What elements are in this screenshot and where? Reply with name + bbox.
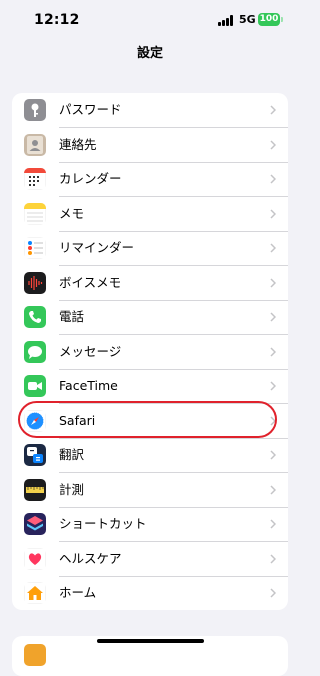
chevron-right-icon xyxy=(270,312,276,322)
settings-row-messages[interactable]: メッセージ xyxy=(12,335,288,369)
settings-row-reminders[interactable]: リマインダー xyxy=(12,231,288,266)
settings-row-notes[interactable]: メモ xyxy=(12,197,288,231)
settings-row-label: 電話 xyxy=(59,309,85,324)
chevron-right-icon xyxy=(270,553,276,564)
translate-icon xyxy=(24,444,46,466)
settings-row-voice-memos[interactable]: ボイスメモ xyxy=(12,266,288,300)
settings-row-shortcuts[interactable]: ショートカット xyxy=(12,507,288,542)
status-bar: 12:12 5G 100 xyxy=(0,0,300,40)
settings-row-home[interactable]: ホーム xyxy=(12,576,288,610)
page-title: 設定 xyxy=(136,46,163,61)
chevron-right-icon xyxy=(270,415,276,426)
navigation-bar: 設定 xyxy=(0,40,300,68)
chevron-right-icon xyxy=(270,174,276,184)
health-icon xyxy=(24,547,46,570)
settings-row-safari[interactable]: Safari xyxy=(12,404,288,438)
settings-row-label: Safari xyxy=(59,412,96,428)
facetime-icon xyxy=(24,375,46,397)
settings-row-label: パスワード xyxy=(59,102,122,117)
settings-row-label: ボイスメモ xyxy=(59,274,122,290)
battery-icon: 100 xyxy=(258,13,283,26)
app-icon xyxy=(24,644,46,666)
shortcuts-icon xyxy=(24,513,46,535)
phone-icon xyxy=(24,306,46,328)
calendar-icon xyxy=(24,168,46,190)
messages-icon xyxy=(24,340,46,363)
chevron-right-icon xyxy=(270,243,276,253)
chevron-right-icon xyxy=(270,588,276,598)
chevron-right-icon xyxy=(270,450,276,460)
settings-row-label: ショートカット xyxy=(59,516,147,531)
chevron-right-icon xyxy=(270,519,276,529)
settings-row-calendar[interactable]: カレンダー xyxy=(12,162,288,197)
voice-memos-icon xyxy=(24,271,46,294)
home-indicator[interactable] xyxy=(97,639,204,643)
settings-row-label: 翻訳 xyxy=(59,447,85,462)
chevron-right-icon xyxy=(270,346,276,357)
settings-row-facetime[interactable]: FaceTime xyxy=(12,369,288,404)
network-type: 5G xyxy=(239,13,256,26)
cellular-signal-icon xyxy=(218,15,234,26)
contacts-icon xyxy=(24,133,46,156)
settings-row-health[interactable]: ヘルスケア xyxy=(12,542,288,576)
chevron-right-icon xyxy=(270,484,276,495)
settings-row-phone[interactable]: 電話 xyxy=(12,300,288,335)
settings-row-label: メッセージ xyxy=(59,343,122,359)
settings-row-label: メモ xyxy=(59,205,85,221)
settings-row-label: リマインダー xyxy=(59,240,135,255)
settings-row-translate[interactable]: 翻訳 xyxy=(12,438,288,473)
notes-icon xyxy=(24,202,46,225)
key-icon xyxy=(24,99,46,121)
settings-row-label: ヘルスケア xyxy=(59,550,122,566)
safari-icon xyxy=(24,409,46,432)
chevron-right-icon xyxy=(270,139,276,150)
settings-row-label: 計測 xyxy=(59,481,85,497)
measure-icon xyxy=(24,478,46,501)
home-icon xyxy=(24,582,46,604)
settings-row-label: カレンダー xyxy=(59,171,122,186)
status-time: 12:12 xyxy=(34,12,80,28)
settings-row-label: ホーム xyxy=(59,585,97,600)
chevron-right-icon xyxy=(270,105,276,115)
chevron-right-icon xyxy=(270,208,276,219)
settings-row-label: FaceTime xyxy=(59,378,118,393)
settings-row-passwords[interactable]: パスワード xyxy=(12,93,288,128)
chevron-right-icon xyxy=(270,381,276,391)
reminders-icon xyxy=(24,237,46,259)
settings-row-contacts[interactable]: 連絡先 xyxy=(12,128,288,162)
chevron-right-icon xyxy=(270,277,276,288)
settings-row-label: 連絡先 xyxy=(59,136,97,152)
settings-row-measure[interactable]: 計測 xyxy=(12,473,288,507)
settings-app-list: パスワード 連絡先 カレンダー メモ リマインダー ボイスメモ 電話 メッセージ… xyxy=(12,93,288,610)
